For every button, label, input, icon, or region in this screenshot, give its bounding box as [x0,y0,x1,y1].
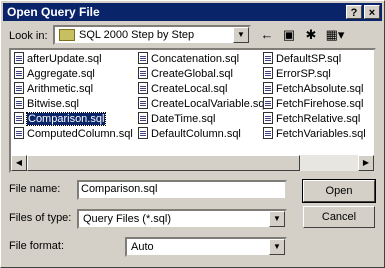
file-item[interactable]: DateTime.sql [138,112,216,127]
sql-file-icon [14,82,24,95]
file-item[interactable]: DefaultSP.sql [263,52,342,67]
file-item-label: DefaultColumn.sql [151,128,241,141]
up-folder-icon[interactable]: ▣ [279,26,299,44]
file-item[interactable]: Arithmetic.sql [14,82,94,97]
sql-file-icon [138,52,148,65]
file-item[interactable]: Aggregate.sql [14,67,95,82]
dialog-title: Open Query File [7,5,100,19]
folder-icon [59,29,75,42]
open-button[interactable]: Open [302,179,376,203]
back-icon[interactable]: ← [257,26,277,44]
scroll-right-icon[interactable]: ▶ [358,155,374,171]
chevron-down-icon[interactable]: ▼ [269,211,285,227]
file-list[interactable]: afterUpdate.sql Concatenation.sql DefaultS… [9,48,376,173]
file-item[interactable]: FetchRelative.sql [263,112,361,127]
file-name-input[interactable] [81,183,281,195]
sql-file-icon [263,112,273,125]
file-item[interactable]: afterUpdate.sql [14,52,102,67]
chevron-down-icon[interactable]: ▼ [233,27,249,43]
file-type-value: Query Files (*.sql) [83,213,172,225]
file-format-value: Auto [131,241,154,253]
file-item[interactable]: FetchAbsolute.sql [263,82,364,97]
file-item-label: FetchAbsolute.sql [276,83,364,96]
file-name-label: File name: [9,183,61,195]
close-button[interactable]: × [364,5,380,19]
file-item-label: DefaultSP.sql [276,53,342,66]
file-name-field[interactable] [77,180,287,200]
file-item[interactable]: FetchVariables.sql [263,127,366,142]
new-folder-icon[interactable]: ✱ [301,26,321,44]
file-item[interactable]: Concatenation.sql [138,52,240,67]
view-menu-icon[interactable]: ▦▾ [323,26,347,44]
file-type-label: Files of type: [9,212,72,224]
cancel-button[interactable]: Cancel [303,206,375,228]
sql-file-icon [14,97,24,110]
file-item-label: CreateLocal.sql [151,83,228,96]
sql-file-icon [14,112,24,125]
look-in-combo[interactable]: SQL 2000 Step by Step ▼ [53,25,251,45]
file-item-label: Concatenation.sql [151,53,240,66]
sql-file-icon [138,67,148,80]
help-button[interactable]: ? [346,5,362,19]
sql-file-icon [14,67,24,80]
horizontal-scrollbar[interactable]: ◀ ▶ [11,155,374,171]
title-bar[interactable]: Open Query File ? × [3,3,382,21]
sql-file-icon [14,127,24,140]
chevron-down-icon[interactable]: ▼ [269,239,285,255]
sql-file-icon [263,52,273,65]
sql-file-icon [263,82,273,95]
file-item[interactable]: ErrorSP.sql [263,67,331,82]
file-format-label: File format: [9,240,65,252]
file-item[interactable]: FetchFirehose.sql [263,97,364,112]
file-item-label: FetchFirehose.sql [276,98,364,111]
sql-file-icon [263,97,273,110]
file-item-label: FetchVariables.sql [276,128,366,141]
file-item-label: Aggregate.sql [27,68,95,81]
scroll-thumb[interactable] [27,155,300,171]
file-type-combo[interactable]: Query Files (*.sql) ▼ [77,209,287,229]
file-item-label: Comparison.sql [25,112,107,127]
file-item-label: DateTime.sql [151,113,216,126]
file-item-label: ComputedColumn.sql [27,128,133,141]
file-item-label: afterUpdate.sql [27,53,102,66]
sql-file-icon [138,82,148,95]
sql-file-icon [263,127,273,140]
sql-file-icon [138,127,148,140]
file-item-label: Bitwise.sql [27,98,79,111]
open-query-file-dialog: Open Query File ? × Look in: SQL 2000 St… [0,0,385,268]
file-item-label: CreateLocalVariable.sql [151,98,267,111]
look-in-value: SQL 2000 Step by Step [59,29,194,42]
look-in-label: Look in: [9,30,48,42]
file-item[interactable]: Comparison.sql [14,112,107,127]
sql-file-icon [14,52,24,65]
sql-file-icon [138,112,148,125]
file-item-label: CreateGlobal.sql [151,68,233,81]
file-item-label: FetchRelative.sql [276,113,361,126]
file-item-label: Arithmetic.sql [27,83,94,96]
file-item[interactable]: ComputedColumn.sql [14,127,133,142]
file-item[interactable]: DefaultColumn.sql [138,127,241,142]
file-item-label: ErrorSP.sql [276,68,331,81]
file-item[interactable]: CreateLocal.sql [138,82,228,97]
file-format-combo[interactable]: Auto ▼ [125,237,287,257]
file-item[interactable]: Bitwise.sql [14,97,79,112]
file-item[interactable]: CreateLocalVariable.sql [138,97,267,112]
sql-file-icon [263,67,273,80]
scroll-left-icon[interactable]: ◀ [11,155,27,171]
file-item[interactable]: CreateGlobal.sql [138,67,233,82]
sql-file-icon [138,97,148,110]
